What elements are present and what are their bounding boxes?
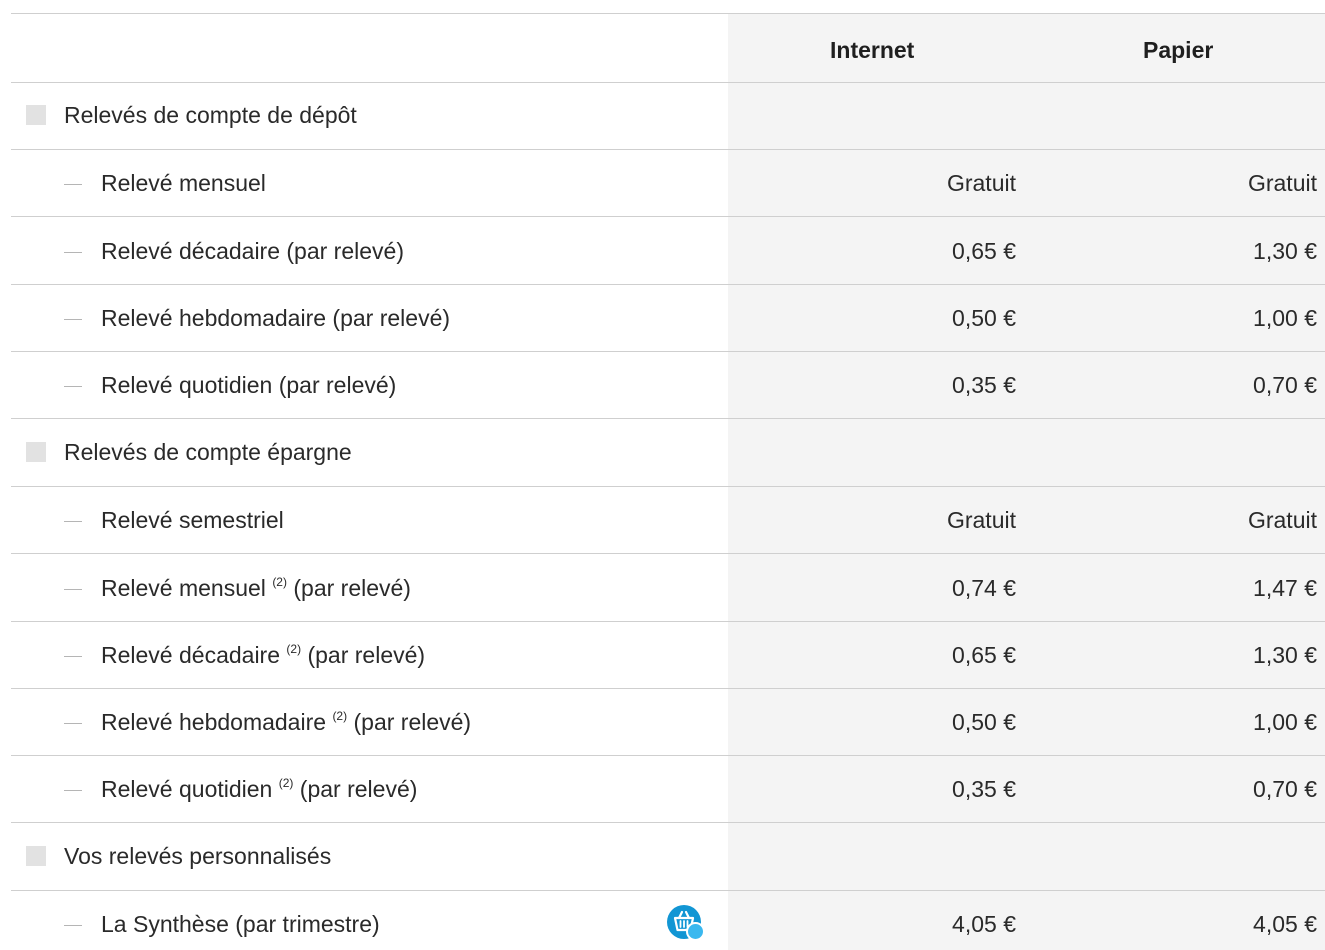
- price-internet: 4,05 €: [952, 911, 1016, 937]
- row-label-text: Relevé quotidien: [101, 776, 273, 802]
- price-internet: 0,50 €: [952, 305, 1016, 331]
- row-label: Relevé mensuel (2) (par relevé): [101, 575, 411, 602]
- shopping-basket-icon[interactable]: [667, 905, 705, 941]
- row-dash: [64, 319, 82, 320]
- table-row: Relevé hebdomadaire (par relevé) 0,50 € …: [11, 285, 1325, 352]
- row-label: Relevé hebdomadaire (par relevé): [101, 305, 451, 331]
- price-internet: 0,65 €: [952, 238, 1016, 264]
- section-title: Relevés de compte épargne: [64, 439, 352, 465]
- row-dash: [64, 925, 82, 926]
- row-label: Relevé semestriel: [101, 507, 284, 533]
- table-row: Relevé mensuel Gratuit Gratuit: [11, 150, 1325, 217]
- section-bullet: [26, 846, 46, 866]
- section-row-personnalises: Vos relevés personnalisés: [11, 823, 1325, 891]
- price-internet: 0,35 €: [952, 372, 1016, 398]
- row-label-suffix: (par relevé): [307, 642, 426, 668]
- row-label: Relevé décadaire (par relevé): [101, 238, 404, 264]
- price-internet: Gratuit: [946, 507, 1016, 533]
- row-label: La Synthèse (par trimestre): [101, 911, 380, 937]
- row-label-text: Relevé mensuel: [101, 575, 266, 601]
- section-row-depot: Relevés de compte de dépôt: [11, 83, 1325, 150]
- row-dash: [64, 252, 82, 253]
- row-label-suffix: (par relevé): [299, 776, 418, 802]
- row-label: Relevé décadaire (2) (par relevé): [101, 642, 425, 669]
- row-label: Relevé mensuel: [101, 170, 266, 196]
- price-internet: 0,65 €: [952, 642, 1016, 668]
- price-papier: Gratuit: [1247, 507, 1317, 533]
- price-internet: 0,35 €: [952, 776, 1016, 802]
- row-dash: [64, 656, 82, 657]
- column-header-internet: Internet: [830, 37, 915, 63]
- pricing-table: Internet Papier Relevés de compte de dép…: [11, 13, 1325, 950]
- section-title: Relevés de compte de dépôt: [64, 102, 357, 128]
- row-label-suffix: (par relevé): [293, 575, 411, 601]
- price-papier: 1,00 €: [1253, 305, 1317, 331]
- price-internet: 0,50 €: [952, 709, 1016, 735]
- table-row: Relevé quotidien (2) (par relevé) 0,35 €…: [11, 756, 1325, 823]
- row-label: Relevé hebdomadaire (2) (par relevé): [101, 709, 471, 736]
- price-papier: 4,05 €: [1253, 911, 1317, 937]
- price-papier: 0,70 €: [1253, 372, 1317, 398]
- section-bullet: [26, 105, 46, 125]
- row-dash: [64, 723, 82, 724]
- table-row: Relevé quotidien (par relevé) 0,35 € 0,7…: [11, 352, 1325, 419]
- table-row: Relevé mensuel (2) (par relevé) 0,74 € 1…: [11, 554, 1325, 622]
- footnote-ref: (2): [332, 709, 348, 723]
- table-row: Relevé décadaire (2) (par relevé) 0,65 €…: [11, 622, 1325, 689]
- row-label-text: Relevé décadaire: [101, 642, 281, 668]
- column-header-papier: Papier: [1143, 37, 1214, 63]
- table-row: Relevé semestriel Gratuit Gratuit: [11, 487, 1325, 554]
- table-row: Relevé hebdomadaire (2) (par relevé) 0,5…: [11, 689, 1325, 756]
- price-papier: 0,70 €: [1253, 776, 1317, 802]
- price-papier: 1,30 €: [1253, 238, 1317, 264]
- price-papier: 1,00 €: [1253, 709, 1317, 735]
- row-dash: [64, 386, 82, 387]
- price-internet: Gratuit: [946, 170, 1016, 196]
- row-dash: [64, 790, 82, 791]
- row-dash: [64, 521, 82, 522]
- row-dash: [64, 184, 82, 185]
- footnote-ref: (2): [272, 575, 287, 589]
- row-label-text: Relevé hebdomadaire: [101, 709, 327, 735]
- table-header: Internet Papier: [11, 14, 1325, 83]
- price-internet: 0,74 €: [952, 575, 1016, 601]
- price-papier: 1,47 €: [1253, 575, 1317, 601]
- section-bullet: [26, 442, 46, 462]
- row-dash: [64, 589, 82, 590]
- price-papier: 1,30 €: [1253, 642, 1317, 668]
- table-row: La Synthèse (par trimestre) 4,05 € 4,05 …: [11, 891, 1325, 950]
- section-title: Vos relevés personnalisés: [64, 843, 332, 869]
- row-label: Relevé quotidien (2) (par relevé): [101, 776, 417, 803]
- table-row: Relevé décadaire (par relevé) 0,65 € 1,3…: [11, 217, 1325, 285]
- footnote-ref: (2): [278, 776, 294, 790]
- basket-badge: [686, 922, 705, 941]
- price-papier: Gratuit: [1247, 170, 1317, 196]
- row-label: Relevé quotidien (par relevé): [101, 372, 397, 398]
- row-label-suffix: (par relevé): [353, 709, 472, 735]
- footnote-ref: (2): [286, 642, 302, 656]
- section-row-epargne: Relevés de compte épargne: [11, 419, 1325, 487]
